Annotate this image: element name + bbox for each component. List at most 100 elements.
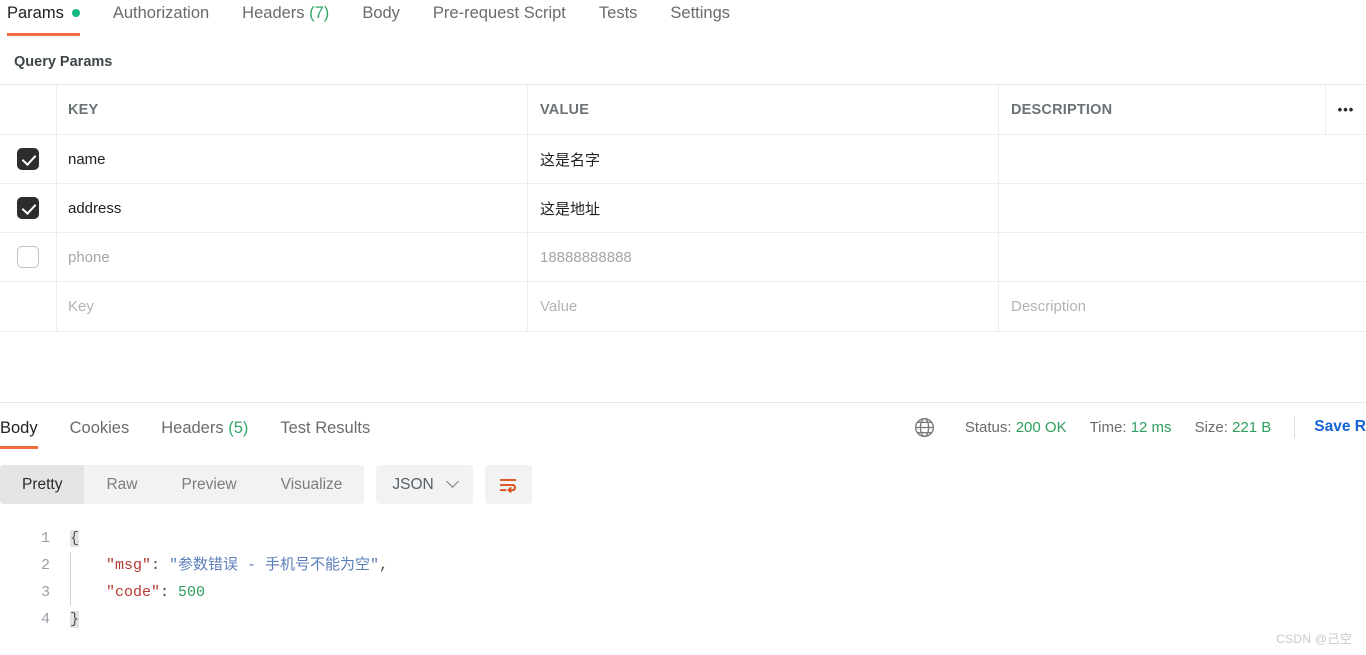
line-number: 2 [40,557,50,574]
response-tab-headers-label: Headers [161,419,224,437]
chevron-down-icon [445,475,459,488]
time-value: 12 ms [1130,418,1172,436]
view-mode-visualize-label: Visualize [280,475,343,493]
line-number: 4 [40,611,50,628]
json-open-brace: { [70,530,80,547]
globe-icon[interactable] [913,416,936,439]
column-header-key: KEY [68,101,99,118]
row-options-cell [1325,184,1366,232]
code-line-3: "code": 500 [62,579,1366,606]
new-row-checkbox-cell [0,282,57,331]
response-tab-cookies[interactable]: Cookies [70,415,130,441]
tab-tests[interactable]: Tests [599,0,655,27]
code-line-4: } [62,606,1366,633]
unsaved-dot-icon [71,8,80,17]
view-mode-pretty[interactable]: Pretty [0,465,85,504]
response-tab-test-results[interactable]: Test Results [280,415,370,441]
row-options-cell [1325,135,1366,183]
line-number: 1 [40,530,50,547]
status-badge: Status: 200 OK [965,419,1067,436]
new-row-value-input[interactable]: Value [540,298,577,315]
new-row-key-input[interactable]: Key [68,298,94,315]
json-key-code: "code" [106,584,161,601]
tab-headers[interactable]: Headers (7) [242,0,346,27]
view-mode-preview[interactable]: Preview [160,465,259,504]
tab-params-label: Params [7,4,64,22]
table-header-row: KEY VALUE DESCRIPTION ••• [0,85,1366,135]
view-mode-raw-label: Raw [106,475,138,493]
response-tab-body[interactable]: Body [0,415,38,449]
tab-pre-request-script[interactable]: Pre-request Script [433,0,583,27]
row-checkbox-name[interactable] [17,148,39,170]
meta-divider [1294,416,1296,438]
response-tab-test-results-label: Test Results [280,419,371,437]
row-key-address[interactable]: address [68,200,121,217]
size-badge: Size: 221 B [1195,419,1272,436]
view-mode-pretty-label: Pretty [22,475,63,493]
tab-pre-request-script-label: Pre-request Script [432,4,566,22]
line-number: 3 [40,584,50,601]
time-badge: Time: 12 ms [1090,419,1172,436]
tab-tests-label: Tests [598,4,638,22]
json-key-msg: "msg" [106,557,152,574]
response-meta: Status: 200 OK Time: 12 ms Size: 221 B S… [913,416,1366,439]
code-line-2: "msg": "参数错误 - 手机号不能为空", [62,552,1366,579]
size-label: Size: [1194,418,1228,436]
table-row-new: Key Value Description [0,282,1366,331]
column-header-value: VALUE [540,101,590,118]
tab-headers-label: Headers [242,4,305,22]
code-line-1: { [62,525,1366,552]
format-select-value: JSON [392,475,434,493]
view-mode-visualize[interactable]: Visualize [259,465,365,504]
tab-headers-count: (7) [309,4,330,22]
tab-authorization[interactable]: Authorization [113,0,226,27]
view-mode-preview-label: Preview [181,475,237,493]
row-checkbox-address[interactable] [17,197,39,219]
json-value-code: 500 [178,584,206,601]
view-mode-raw[interactable]: Raw [84,465,159,504]
json-colon: : [151,557,170,574]
row-value-address[interactable]: 这是地址 [540,198,600,219]
row-options-cell [1325,233,1366,281]
line-number-gutter: 1 2 3 4 [0,525,62,633]
row-value-phone[interactable]: 18888888888 [540,249,632,266]
status-value: 200 OK [1015,418,1067,436]
json-colon: : [160,584,179,601]
new-row-description-input[interactable]: Description [1011,298,1086,315]
json-value-msg: "参数错误 - 手机号不能为空" [169,557,380,574]
response-tab-cookies-label: Cookies [69,419,130,437]
size-value: 221 B [1232,418,1272,436]
tab-body[interactable]: Body [362,0,417,27]
row-key-name[interactable]: name [68,151,106,168]
table-row: name 这是名字 [0,135,1366,184]
tab-authorization-label: Authorization [112,4,210,22]
row-value-name[interactable]: 这是名字 [540,149,600,170]
table-row: phone 18888888888 [0,233,1366,282]
format-select[interactable]: JSON [376,465,473,504]
tab-body-label: Body [362,4,400,22]
response-view-toolbar: Pretty Raw Preview Visualize JSON [0,451,1366,504]
column-header-description: DESCRIPTION [1011,101,1113,118]
wrap-lines-button[interactable] [484,465,532,504]
table-row: address 这是地址 [0,184,1366,233]
panel-gap [0,332,1366,402]
json-close-brace: } [70,611,80,628]
save-response-button[interactable]: Save R [1314,418,1366,436]
row-key-phone[interactable]: phone [68,249,110,266]
tab-params[interactable]: Params [7,0,97,36]
json-comma: , [379,557,389,574]
row-checkbox-phone[interactable] [17,246,39,268]
tab-settings[interactable]: Settings [670,0,747,27]
response-tab-body-label: Body [0,419,38,437]
query-params-table: KEY VALUE DESCRIPTION ••• name 这是名字 addr… [0,84,1366,332]
new-row-options-cell [1325,282,1366,331]
code-lines[interactable]: { "msg": "参数错误 - 手机号不能为空", "code": 500 } [62,525,1366,633]
response-tab-headers-count: (5) [228,419,249,437]
time-label: Time: [1089,418,1127,436]
bulk-edit-options-icon[interactable]: ••• [1338,103,1355,116]
response-tab-headers[interactable]: Headers (5) [161,415,248,441]
response-code-viewer: 1 2 3 4 { "msg": "参数错误 - 手机号不能为空", "code… [0,504,1366,633]
query-params-title: Query Params [14,54,113,70]
code-fold-rail [70,552,71,606]
header-checkbox-cell [0,85,57,134]
